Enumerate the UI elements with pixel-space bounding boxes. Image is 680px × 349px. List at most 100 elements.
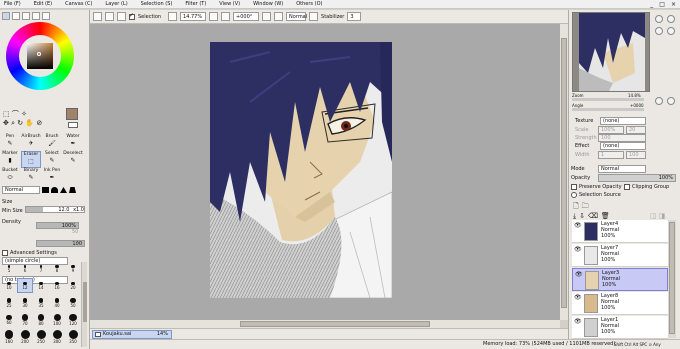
brush-size-25[interactable]: 25 [2, 296, 16, 309]
brush-size-14[interactable]: 14 [34, 279, 48, 292]
menu-file[interactable]: File (F) [0, 1, 29, 7]
opacity-slider[interactable]: 100% [598, 174, 676, 182]
tool-deselect[interactable]: Deselect ✎ [63, 151, 83, 168]
move-icon[interactable]: ✥ [3, 119, 9, 127]
angle-field[interactable]: +000° [233, 12, 260, 21]
tool-binary[interactable]: Binary ✎ [21, 168, 41, 185]
eye-icon[interactable]: 👁 [574, 294, 582, 302]
menu-window[interactable]: Window (W) [248, 1, 291, 7]
apply-mask-icon[interactable]: ◨ [659, 212, 666, 220]
strength-field[interactable]: 100 [598, 134, 646, 142]
brush-size-160[interactable]: 160 [2, 330, 16, 344]
nav-zoom-out-button[interactable] [667, 15, 675, 23]
brush-size-10[interactable]: 10 [2, 279, 16, 292]
brush-size-12[interactable]: 12 [17, 278, 33, 293]
rotate-icon[interactable]: ↻ [17, 119, 23, 127]
mode-select[interactable]: Normal [598, 165, 646, 173]
menu-canvas[interactable]: Canvas (C) [60, 1, 100, 7]
rotate-left-button[interactable] [221, 12, 231, 21]
layer-row-layer1[interactable]: 👁 Layer1 Normal 100% [572, 316, 668, 339]
scale-field[interactable]: 100% [598, 126, 624, 134]
menu-filter[interactable]: Filter (T) [180, 1, 214, 7]
color-wheel[interactable] [6, 22, 74, 90]
nav-fit-button[interactable] [655, 27, 663, 35]
stabilizer-select[interactable]: 3 [347, 12, 362, 21]
flip-button[interactable] [274, 12, 284, 21]
brush-size-100[interactable]: 100 [50, 313, 64, 326]
brush-size-120[interactable]: 120 [66, 313, 80, 326]
tool-marker[interactable]: Marker ▮ [0, 151, 20, 168]
brush-size-350[interactable]: 350 [66, 330, 80, 344]
color-wheel-tab[interactable] [2, 12, 10, 20]
eye-icon[interactable]: 👁 [574, 318, 582, 326]
tool-pen[interactable]: Pen ✎ [0, 134, 20, 151]
canvas-vertical-scrollbar[interactable] [560, 24, 568, 320]
tool-select[interactable]: Select ✎ [42, 151, 62, 168]
brush-size-80[interactable]: 80 [34, 313, 48, 326]
size-slider[interactable]: 12.0 x1.0 [25, 206, 85, 213]
selection-source-row[interactable]: Selection Source [571, 192, 621, 198]
clipping-group-row[interactable]: Clipping Group [624, 184, 669, 190]
brush-blend-select[interactable]: Normal [2, 186, 40, 194]
eye-icon[interactable]: 👁 [574, 222, 582, 230]
width-field[interactable]: 1 [598, 151, 624, 159]
nav-zoom-in-button[interactable] [655, 15, 663, 23]
new-layer-icon[interactable]: 🗋 [573, 202, 579, 210]
blend-mode-select[interactable]: Normal [286, 12, 307, 21]
round-shape-icon[interactable] [51, 187, 58, 193]
hand-icon[interactable]: ✋ [25, 119, 34, 127]
width-number[interactable]: 100 [626, 151, 646, 159]
flat-shape-icon[interactable] [42, 187, 49, 193]
color-picker-cursor[interactable] [37, 52, 41, 56]
antialias-button[interactable] [309, 12, 319, 21]
brush-preset-scrollbar[interactable] [81, 262, 87, 347]
palette-tab[interactable] [32, 12, 40, 20]
document-tab[interactable]: Koujaku.sai 14% [92, 330, 172, 339]
edge-shape-icon[interactable] [69, 187, 76, 193]
delete-layer-icon[interactable]: 🗑 [601, 212, 610, 220]
eyedropper-icon[interactable]: ⊘ [36, 119, 42, 127]
advanced-settings-checkbox[interactable] [2, 250, 8, 256]
restore-button[interactable]: □ [659, 1, 665, 8]
new-folder-icon[interactable]: 🗀 [582, 202, 589, 210]
primary-color-swatch[interactable] [66, 108, 78, 120]
magic-wand-icon[interactable]: ✧ [21, 110, 27, 118]
tool-ink-pen[interactable]: Ink Pen ✒ [42, 168, 62, 185]
swatches-tab[interactable] [42, 12, 50, 20]
eye-icon[interactable]: 👁 [574, 246, 582, 254]
brush-size-8[interactable]: 8 [50, 262, 64, 275]
zoom-out-button[interactable] [168, 12, 178, 21]
zoom-icon[interactable]: ⌕ [11, 119, 15, 127]
selection-source-radio[interactable] [571, 192, 577, 198]
brush-size-35[interactable]: 35 [34, 296, 48, 309]
brush-size-16[interactable]: 16 [50, 279, 64, 292]
saturation-value-square[interactable] [27, 43, 53, 69]
effect-select[interactable]: (none) [600, 142, 646, 150]
tool-brush[interactable]: Brush 🖌 [42, 134, 62, 151]
tool-eraser[interactable]: Eraser ⬚ [21, 151, 41, 168]
merge-down-icon[interactable]: ⇩ [579, 212, 585, 220]
layer-list-scrollbar[interactable] [668, 220, 676, 338]
texture-select[interactable]: (none) [600, 117, 646, 125]
menu-selection[interactable]: Selection (S) [136, 1, 181, 7]
brush-size-40[interactable]: 40 [50, 296, 64, 309]
nav-reset-button[interactable] [667, 27, 675, 35]
layer-row-layer4[interactable]: 👁 Layer4 Normal 100% [572, 220, 668, 243]
rect-select-icon[interactable]: ⬚ [3, 110, 10, 118]
layer-row-layer7[interactable]: 👁 Layer7 Normal 100% [572, 244, 668, 267]
nav-angle-slider[interactable] [572, 108, 644, 111]
brush-size-60[interactable]: 60 [2, 313, 16, 326]
brush-size-30[interactable]: 30 [18, 296, 32, 309]
layer-row-layer8[interactable]: 👁 Layer8 Normal 100% [572, 292, 668, 315]
zoom-field[interactable]: 14.77% [180, 12, 207, 21]
brush-size-200[interactable]: 200 [18, 330, 32, 344]
selection-checkbox[interactable] [129, 12, 135, 20]
brush-size-70[interactable]: 70 [18, 313, 32, 326]
peak-shape-icon[interactable] [60, 187, 67, 193]
tool-airbrush[interactable]: AirBrush ✈ [21, 134, 41, 151]
layer-mask-icon[interactable]: ◫ [650, 212, 657, 220]
brush-size-5[interactable]: 5 [2, 262, 16, 275]
deselect-button[interactable] [105, 12, 114, 21]
preserve-opacity-checkbox[interactable] [571, 184, 577, 190]
size-multiplier[interactable]: x1.0 [73, 207, 84, 213]
